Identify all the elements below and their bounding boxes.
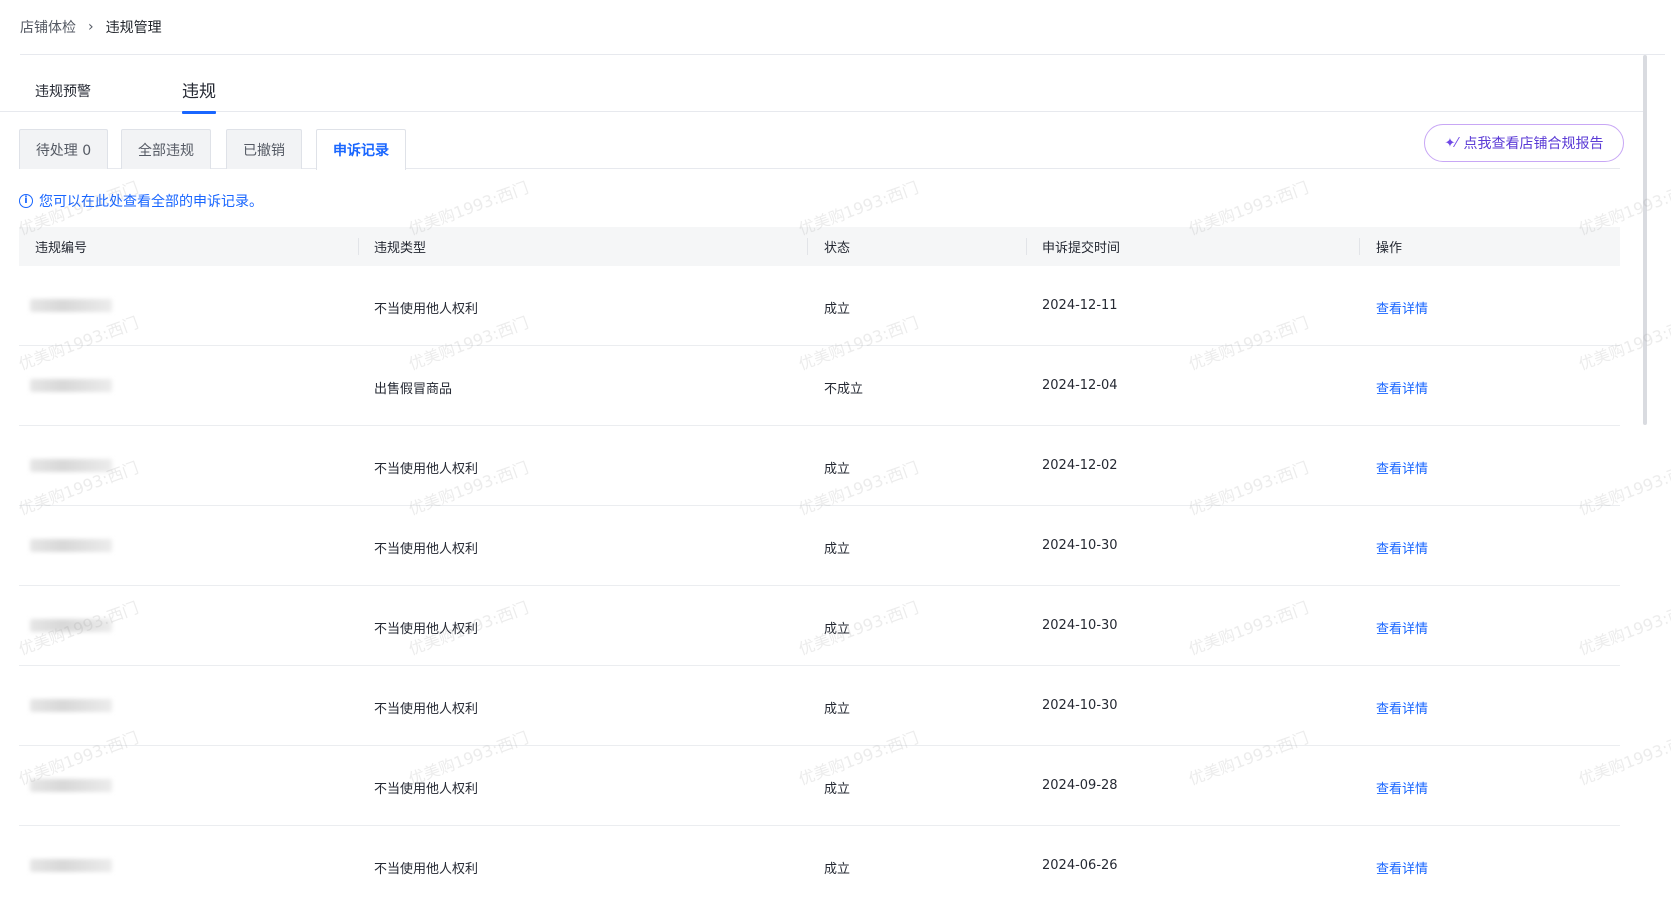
subtab-revoked[interactable]: 已撤销 bbox=[226, 129, 302, 169]
appeal-time: 2024-10-30 bbox=[1042, 538, 1118, 553]
subtab-all-violations[interactable]: 全部违规 bbox=[121, 129, 211, 169]
table-row: 不当使用他人权利 成立 2024-10-30 查看详情 bbox=[19, 586, 1620, 666]
compliance-report-label: 点我查看店铺合规报告 bbox=[1463, 136, 1604, 152]
view-details-link[interactable]: 查看详情 bbox=[1376, 298, 1428, 317]
table-row: 不当使用他人权利 成立 2024-09-28 查看详情 bbox=[19, 746, 1620, 826]
tab-violation-warning[interactable]: 违规预警 bbox=[35, 81, 91, 101]
status: 成立 bbox=[824, 782, 851, 797]
status: 成立 bbox=[824, 542, 851, 557]
violation-id-redacted bbox=[30, 778, 112, 793]
subtab-appeal-records[interactable]: 申诉记录 bbox=[316, 129, 406, 170]
header-violation-id: 违规编号 bbox=[35, 241, 88, 256]
view-details-link[interactable]: 查看详情 bbox=[1376, 698, 1428, 717]
table-row: 不当使用他人权利 成立 2024-12-02 查看详情 bbox=[19, 426, 1620, 506]
scrollbar[interactable] bbox=[1643, 55, 1647, 425]
status: 成立 bbox=[824, 462, 851, 477]
subtab-pending[interactable]: 待处理 0 bbox=[19, 129, 108, 169]
table-body: 不当使用他人权利 成立 2024-12-11 查看详情 出售假冒商品 不成立 2… bbox=[19, 266, 1620, 876]
info-icon: i bbox=[19, 194, 33, 208]
appeal-time: 2024-10-30 bbox=[1042, 698, 1118, 713]
violation-id-redacted bbox=[30, 298, 112, 313]
violation-type: 不当使用他人权利 bbox=[374, 622, 479, 637]
violation-type: 不当使用他人权利 bbox=[374, 862, 479, 876]
notice-text: 您可以在此处查看全部的申诉记录。 bbox=[39, 194, 263, 210]
breadcrumb: 店铺体检 › 违规管理 bbox=[20, 0, 1665, 55]
appeal-time: 2024-12-11 bbox=[1042, 298, 1118, 313]
appeal-time: 2024-09-28 bbox=[1042, 778, 1118, 793]
appeal-records-table: 违规编号 违规类型 状态 申诉提交时间 操作 不当使用他人权利 成立 2024-… bbox=[19, 227, 1620, 876]
violation-type: 出售假冒商品 bbox=[374, 382, 453, 397]
status: 成立 bbox=[824, 702, 851, 717]
table-row: 不当使用他人权利 成立 2024-10-30 查看详情 bbox=[19, 666, 1620, 746]
header-appeal-time: 申诉提交时间 bbox=[1042, 241, 1121, 256]
violation-type: 不当使用他人权利 bbox=[374, 702, 479, 717]
compliance-report-button[interactable]: ✦⁄ 点我查看店铺合规报告 bbox=[1424, 124, 1624, 162]
violation-id-redacted bbox=[30, 698, 112, 713]
table-row: 不当使用他人权利 成立 2024-12-11 查看详情 bbox=[19, 266, 1620, 346]
violation-id-redacted bbox=[30, 458, 112, 473]
appeal-time: 2024-06-26 bbox=[1042, 858, 1118, 873]
view-details-link[interactable]: 查看详情 bbox=[1376, 538, 1428, 557]
status: 成立 bbox=[824, 622, 851, 637]
view-details-link[interactable]: 查看详情 bbox=[1376, 778, 1428, 797]
appeal-time: 2024-12-02 bbox=[1042, 458, 1118, 473]
header-action: 操作 bbox=[1376, 241, 1403, 256]
breadcrumb-item-shop-checkup[interactable]: 店铺体检 bbox=[20, 17, 76, 37]
view-details-link[interactable]: 查看详情 bbox=[1376, 458, 1428, 477]
sub-tab-bar: 待处理 0 全部违规 已撤销 申诉记录 bbox=[19, 129, 1620, 170]
view-details-link[interactable]: 查看详情 bbox=[1376, 858, 1428, 876]
table-row: 出售假冒商品 不成立 2024-12-04 查看详情 bbox=[19, 346, 1620, 426]
violation-id-redacted bbox=[30, 538, 112, 553]
status: 成立 bbox=[824, 862, 851, 876]
header-divider bbox=[358, 238, 359, 255]
table-header: 违规编号 违规类型 状态 申诉提交时间 操作 bbox=[19, 227, 1620, 266]
view-details-link[interactable]: 查看详情 bbox=[1376, 378, 1428, 397]
appeal-time: 2024-10-30 bbox=[1042, 618, 1118, 633]
header-violation-type: 违规类型 bbox=[374, 241, 427, 256]
header-divider bbox=[1359, 238, 1360, 255]
table-row: 不当使用他人权利 成立 2024-06-26 查看详情 bbox=[19, 826, 1620, 876]
violation-id-redacted bbox=[30, 378, 112, 393]
appeal-time: 2024-12-04 bbox=[1042, 378, 1118, 393]
status: 不成立 bbox=[824, 382, 864, 397]
notice: i 您可以在此处查看全部的申诉记录。 bbox=[19, 191, 263, 211]
tab-violation[interactable]: 违规 bbox=[182, 77, 216, 114]
table-row: 不当使用他人权利 成立 2024-10-30 查看详情 bbox=[19, 506, 1620, 586]
violation-type: 不当使用他人权利 bbox=[374, 782, 479, 797]
violation-id-redacted bbox=[30, 618, 112, 633]
violation-type: 不当使用他人权利 bbox=[374, 542, 479, 557]
header-divider bbox=[807, 238, 808, 255]
violation-type: 不当使用他人权利 bbox=[374, 302, 479, 317]
chevron-right-icon: › bbox=[88, 19, 94, 35]
violation-id-redacted bbox=[30, 858, 112, 873]
view-details-link[interactable]: 查看详情 bbox=[1376, 618, 1428, 637]
breadcrumb-item-current: 违规管理 bbox=[105, 20, 162, 36]
header-divider bbox=[1026, 238, 1027, 255]
status: 成立 bbox=[824, 302, 851, 317]
sparkle-wand-icon: ✦⁄ bbox=[1444, 135, 1458, 151]
violation-type: 不当使用他人权利 bbox=[374, 462, 479, 477]
header-status: 状态 bbox=[824, 241, 851, 256]
main-tabs: 违规预警 违规 bbox=[0, 55, 1645, 114]
